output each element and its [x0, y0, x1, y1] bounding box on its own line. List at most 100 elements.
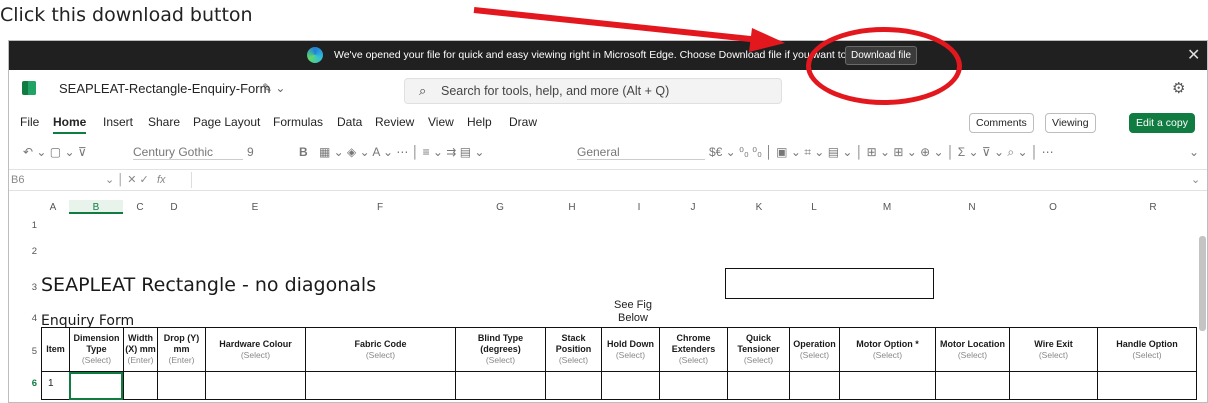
cell-k6[interactable] [727, 372, 789, 400]
header-chrome-extenders[interactable]: Chrome Extenders (Select) [659, 327, 727, 372]
header-drop[interactable]: Drop (Y) mm (Enter) [157, 327, 205, 372]
cell-j6[interactable] [659, 372, 727, 400]
number-format-select[interactable]: General [577, 145, 705, 160]
menu-share[interactable]: Share [148, 115, 180, 129]
format-tools-icon[interactable]: ▦ ⌄ ◈ ⌄ A ⌄ ⋯ │ ≡ ⌄ ⇉ ▤ ⌄ [319, 145, 484, 159]
cell-c6[interactable] [123, 372, 157, 400]
col-n[interactable]: N [935, 202, 1009, 213]
menu-insert[interactable]: Insert [103, 115, 133, 129]
formula-icons[interactable]: ⌄ │ ✕ ✓ [105, 173, 149, 186]
header-hold-down[interactable]: Hold Down (Select) [601, 327, 659, 372]
menu-view[interactable]: View [428, 115, 454, 129]
cell-n6[interactable] [935, 372, 1009, 400]
row-header-2[interactable]: 2 [25, 246, 37, 257]
excel-logo-icon [22, 81, 36, 95]
menu-file[interactable]: File [20, 115, 39, 129]
fx-icon: fx [157, 174, 166, 186]
close-icon[interactable]: ✕ [1187, 45, 1200, 65]
column-headers: A B C D E F G H I J K L M N O R [9, 199, 1207, 215]
header-item[interactable]: Item [41, 327, 69, 372]
row-header-6[interactable]: 6 [25, 378, 37, 389]
no-edit-icon: ✎ ⌄ [262, 81, 286, 95]
header-handle-option[interactable]: Handle Option (Select) [1097, 327, 1197, 372]
header-stack-position[interactable]: Stack Position (Select) [545, 327, 601, 372]
search-input[interactable]: ⌕ Search for tools, help, and more (Alt … [404, 78, 782, 104]
cell-a6[interactable]: 1 [41, 372, 69, 400]
menu-home[interactable]: Home [53, 115, 87, 134]
header-motor-option[interactable]: Motor Option * (Select) [839, 327, 935, 372]
search-icon: ⌕ [419, 83, 427, 98]
bold-icon[interactable]: B [299, 145, 308, 159]
cell-l6[interactable] [789, 372, 839, 400]
formula-input[interactable] [191, 172, 1191, 188]
header-blind-type[interactable]: Blind Type (degrees) (Select) [455, 327, 545, 372]
row-header-4[interactable]: 4 [25, 313, 37, 324]
cell-o6[interactable] [1009, 372, 1097, 400]
see-fig-note: See Fig Below [614, 299, 652, 324]
header-width[interactable]: Width (X) mm (Enter) [123, 327, 157, 372]
header-quick-tensioner[interactable]: Quick Tensioner (Select) [727, 327, 789, 372]
download-file-button[interactable]: Download file [845, 46, 917, 65]
instruction-caption: Click this download button [0, 4, 253, 26]
col-d[interactable]: D [157, 202, 191, 213]
ribbon-toolbar: ↶ ⌄ ▢ ⌄ ⊽ Century Gothic 9 B ▦ ⌄ ◈ ⌄ A ⌄… [9, 136, 1207, 169]
edge-logo-icon [307, 47, 323, 63]
menu-help[interactable]: Help [467, 115, 492, 129]
col-j[interactable]: J [657, 202, 729, 213]
search-placeholder: Search for tools, help, and more (Alt + … [441, 84, 670, 98]
menu-review[interactable]: Review [375, 115, 414, 129]
col-f[interactable]: F [305, 202, 455, 213]
cell-b6-selected[interactable] [69, 372, 123, 400]
cell-f6[interactable] [305, 372, 455, 400]
menu-formulas[interactable]: Formulas [273, 115, 323, 129]
vertical-scrollbar[interactable] [1199, 236, 1206, 331]
row-header-1[interactable]: 1 [25, 220, 37, 231]
cell-h6[interactable] [545, 372, 601, 400]
info-message: We've opened your file for quick and eas… [334, 49, 901, 61]
col-a[interactable]: A [43, 202, 63, 213]
header-fabric-code[interactable]: Fabric Code (Select) [305, 327, 455, 372]
number-tools-icon[interactable]: $€ ⌄ ⁰₀ ⁰₀ │ ▣ ⌄ ⌗ ⌄ ▤ ⌄ │ ⊞ ⌄ ⊞ ⌄ ⊕ ⌄ │… [709, 145, 1054, 160]
header-hardware-colour[interactable]: Hardware Colour (Select) [205, 327, 305, 372]
edit-a-copy-button[interactable]: Edit a copy [1129, 113, 1195, 133]
row-header-3[interactable]: 3 [25, 282, 37, 293]
col-h[interactable]: H [545, 202, 599, 213]
font-size-select[interactable]: 9 [247, 145, 254, 159]
row-header-5[interactable]: 5 [25, 346, 37, 357]
chevron-down-icon[interactable]: ⌄ [1191, 173, 1200, 186]
menu-draw[interactable]: Draw [509, 115, 537, 129]
viewing-button[interactable]: Viewing [1045, 113, 1096, 133]
col-k[interactable]: K [727, 202, 791, 213]
cell-g6[interactable] [455, 372, 545, 400]
cell-m6[interactable] [839, 372, 935, 400]
menu-page-layout[interactable]: Page Layout [193, 115, 260, 129]
cell-i6[interactable] [601, 372, 659, 400]
col-r[interactable]: R [1107, 202, 1199, 213]
chevron-down-icon[interactable]: ⌄ [1189, 145, 1199, 159]
header-wire-exit[interactable]: Wire Exit (Select) [1009, 327, 1097, 372]
edge-info-bar: We've opened your file for quick and eas… [9, 41, 1207, 70]
col-l[interactable]: L [789, 202, 839, 213]
col-b[interactable]: B [69, 200, 123, 214]
font-select[interactable]: Century Gothic [133, 145, 243, 160]
col-m[interactable]: M [839, 202, 935, 213]
col-e[interactable]: E [205, 202, 305, 213]
cell-e6[interactable] [205, 372, 305, 400]
undo-icon[interactable]: ↶ ⌄ ▢ ⌄ ⊽ [23, 145, 87, 159]
gear-icon[interactable]: ⚙ [1172, 79, 1185, 97]
menu-data[interactable]: Data [337, 115, 362, 129]
formula-bar: B6 ⌄ │ ✕ ✓ fx ⌄ [9, 169, 1207, 191]
cell-reference[interactable]: B6 [11, 174, 24, 186]
sheet-title: SEAPLEAT Rectangle - no diagonals [41, 274, 377, 296]
file-name[interactable]: SEAPLEAT-Rectangle-Enquiry-Form [59, 81, 270, 96]
col-g[interactable]: G [455, 202, 545, 213]
cell-r6[interactable] [1097, 372, 1197, 400]
input-box[interactable] [725, 268, 934, 299]
col-c[interactable]: C [123, 202, 157, 213]
header-dimension-type[interactable]: Dimension Type (Select) [69, 327, 123, 372]
cell-d6[interactable] [157, 372, 205, 400]
col-o[interactable]: O [1009, 202, 1097, 213]
comments-button[interactable]: Comments [969, 113, 1034, 133]
header-motor-location[interactable]: Motor Location (Select) [935, 327, 1009, 372]
header-operation[interactable]: Operation (Select) [789, 327, 839, 372]
